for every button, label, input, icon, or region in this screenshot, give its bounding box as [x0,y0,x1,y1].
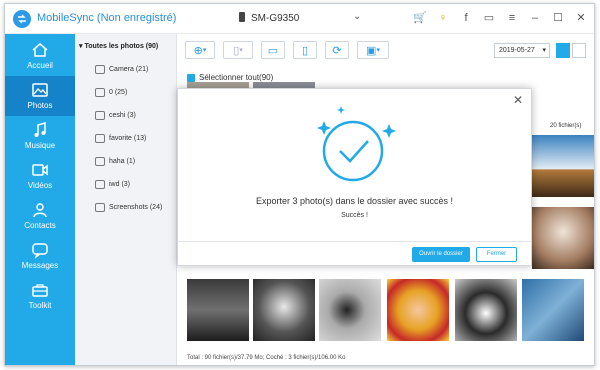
minimize-icon[interactable]: – [528,11,542,25]
cart-icon[interactable]: 🛒 [413,11,427,25]
app-window: MobileSync (Non enregistré) SM-G9350 ⌄ 🛒… [4,3,595,366]
dialog-close-icon[interactable]: ✕ [513,93,523,107]
key-icon[interactable]: ♀ [436,11,450,25]
chevron-down-icon: ⌄ [353,11,362,22]
success-dialog: ✕ Exporter 3 photo(s) dans le dossier av… [177,88,532,266]
maximize-icon[interactable]: ☐ [551,11,565,25]
title-bar: MobileSync (Non enregistré) SM-G9350 ⌄ 🛒… [5,4,594,34]
facebook-icon[interactable]: f [459,11,473,25]
device-selector[interactable]: SM-G9350 ⌄ [239,11,361,24]
open-folder-button[interactable]: Ouvrir le dossier [412,247,470,262]
device-name: SM-G9350 [251,13,300,24]
app-logo-icon [13,10,31,28]
close-button[interactable]: Fermer [476,247,517,262]
close-icon[interactable]: ✕ [574,11,588,25]
phone-icon [239,12,245,22]
dialog-message: Exporter 3 photo(s) dans le dossier avec… [255,196,454,206]
success-check-icon [317,106,396,182]
menu-icon[interactable]: ≡ [505,11,519,25]
feedback-icon[interactable]: ▭ [482,11,496,25]
app-title: MobileSync (Non enregistré) [37,12,177,24]
dialog-sub: Succès ! [341,212,368,219]
